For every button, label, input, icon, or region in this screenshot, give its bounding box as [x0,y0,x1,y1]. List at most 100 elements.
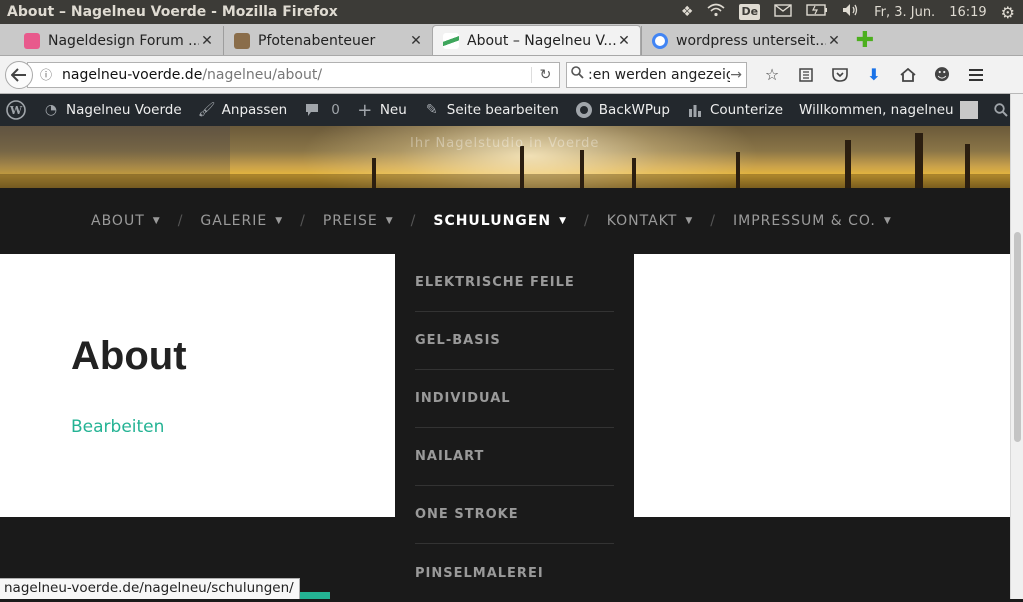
search-icon [571,66,584,83]
bookmark-star-icon[interactable]: ☆ [755,61,789,89]
submenu-item-elektrische-feile[interactable]: ELEKTRISCHE FEILE [415,254,614,312]
caret-down-icon: ▼ [559,216,568,226]
tab-title: wordpress unterseit... [676,32,826,49]
back-arrow-icon[interactable] [5,60,33,89]
adminbar-customize-link[interactable]: 🖌 Anpassen [190,94,296,126]
reading-list-icon[interactable] [789,61,823,89]
home-icon[interactable] [891,61,925,89]
tab-title: About – Nagelneu V... [467,32,616,49]
adminbar-counterize-link[interactable]: Counterize [678,94,791,126]
clock-time[interactable]: 16:19 [949,5,986,20]
nav-impressum[interactable]: IMPRESSUM & CO. ▼ [733,213,892,229]
settings-gear-icon[interactable]: ⚙ [1001,3,1015,22]
adminbar-edit-page-link[interactable]: ✎ Seite bearbeiten [415,94,567,126]
nav-separator: / [177,213,184,229]
tab-close-icon[interactable]: ✕ [199,33,215,49]
tab-close-icon[interactable]: ✕ [616,33,632,49]
site-info-icon[interactable]: ⓘ [40,66,56,83]
adminbar-new-link[interactable]: + Neu [348,94,415,126]
backwpup-icon [575,101,593,119]
adminbar-site-link[interactable]: ◔ Nagelneu Voerde [34,94,190,126]
search-input[interactable]: :en werden angezeigt [588,67,730,83]
search-bar[interactable]: :en werden angezeigt → [566,61,747,88]
tab-close-icon[interactable]: ✕ [826,33,842,49]
adminbar-comments-link[interactable]: 0 [295,94,348,126]
keyboard-layout-indicator[interactable]: De [739,4,761,20]
page-title: About [71,334,187,378]
tab-title: Nageldesign Forum ... [48,32,199,49]
submenu-item-gel-basis[interactable]: GEL-BASIS [415,312,614,370]
new-tab-plus-icon[interactable]: ✚ [850,26,880,55]
adminbar-account-link[interactable]: Willkommen, nagelneu [791,94,986,126]
tab-wordpress-search[interactable]: wordpress unterseit... ✕ [641,26,850,55]
navigation-toolbar: ⓘ nagelneu-voerde.de/nagelneu/about/ ↻ :… [0,56,1023,94]
pocket-icon[interactable] [823,61,857,89]
bar-chart-icon [686,101,704,119]
nav-separator: / [410,213,417,229]
volume-icon[interactable] [842,3,860,21]
tab-about-nagelneu[interactable]: About – Nagelneu V... ✕ [432,25,641,55]
nav-galerie[interactable]: GALERIE ▼ [200,213,283,229]
caret-down-icon: ▼ [385,216,394,226]
page-scrollbar[interactable] [1010,94,1023,599]
comment-bubble-icon [303,101,321,119]
battery-icon[interactable] [806,4,828,20]
adminbar-backwpup-link[interactable]: BackWPup [567,94,678,126]
nav-preise[interactable]: PREISE ▼ [323,213,394,229]
avatar [959,101,978,119]
caret-down-icon: ▼ [685,216,694,226]
nav-separator: / [710,213,716,229]
edit-page-link[interactable]: Bearbeiten [71,417,164,437]
link-status-bar: nagelneu-voerde.de/nagelneu/schulungen/ [0,578,300,599]
tab-favicon-icon [234,32,250,49]
plus-icon: + [357,99,373,121]
svg-text:W: W [9,104,23,117]
tab-nageldesign-forum[interactable]: Nageldesign Forum ... ✕ [14,26,223,55]
nav-schulungen[interactable]: SCHULUNGEN ▼ [433,213,567,229]
mail-icon[interactable] [774,3,792,21]
site-main-nav: ABOUT ▼ / GALERIE ▼ / PREISE ▼ / SCHULUNGEN… [0,188,1010,254]
caret-down-icon: ▼ [275,216,284,226]
header-overlay-text: Ihr Nagelstudio in Voerde [410,136,600,151]
pencil-icon: ✎ [425,102,438,118]
hamburger-menu-icon[interactable] [959,61,993,89]
google-favicon-icon [652,32,668,49]
nav-about[interactable]: ABOUT ▼ [91,213,161,229]
window-title: About – Nagelneu Voerde - Mozilla Firefo… [7,4,338,20]
tab-favicon-icon [443,32,459,49]
submenu-item-one-stroke[interactable]: ONE STROKE [415,486,614,544]
tab-strip: Nageldesign Forum ... ✕ Pfotenabenteuer … [0,24,1023,56]
caret-down-icon: ▼ [883,216,892,226]
tab-close-icon[interactable]: ✕ [408,33,424,49]
window-titlebar: About – Nagelneu Voerde - Mozilla Firefo… [0,0,1023,24]
nav-kontakt[interactable]: KONTAKT ▼ [607,213,694,229]
url-domain: nagelneu-voerde.de [62,66,203,83]
search-go-arrow-icon[interactable]: → [730,67,742,83]
tab-pfotenabenteuer[interactable]: Pfotenabenteuer ✕ [223,26,432,55]
url-bar[interactable]: ⓘ nagelneu-voerde.de/nagelneu/about/ ↻ [27,61,560,88]
header-banner-image: Ihr Nagelstudio in Voerde [0,126,1010,188]
reload-icon[interactable]: ↻ [531,66,559,83]
nav-separator: / [300,213,306,229]
dropbox-icon[interactable]: ❖ [681,4,694,20]
tab-title: Pfotenabenteuer [258,32,376,49]
brush-icon: 🖌 [197,102,216,118]
scrollbar-thumb[interactable] [1014,232,1021,442]
downloads-arrow-icon[interactable]: ⬇ [857,61,891,89]
wifi-icon[interactable] [707,3,725,21]
submenu-item-pinselmalerei[interactable]: PINSELMALEREI [415,544,614,602]
tab-favicon-icon [24,32,40,49]
caret-down-icon: ▼ [152,216,161,226]
wordpress-logo-icon[interactable]: W [0,94,34,126]
clock-date[interactable]: Fr, 3. Jun. [874,5,935,20]
wp-admin-bar: W ◔ Nagelneu Voerde 🖌 Anpassen 0 + Neu ✎… [0,94,1010,126]
nav-separator: / [584,213,590,229]
schulungen-submenu: ELEKTRISCHE FEILE GEL-BASIS INDIVIDUAL N… [395,254,634,599]
dashboard-gauge-icon: ◔ [44,102,58,118]
toolbar-buttons: ☆ ⬇ ☻ [755,61,993,89]
submenu-item-individual[interactable]: INDIVIDUAL [415,370,614,428]
chat-smiley-icon[interactable]: ☻ [925,61,959,89]
system-tray: ❖ De Fr, 3. Jun. 16:19 ⚙ [681,3,1023,22]
url-path: /nagelneu/about/ [202,66,323,83]
submenu-item-nailart[interactable]: NAILART [415,428,614,486]
